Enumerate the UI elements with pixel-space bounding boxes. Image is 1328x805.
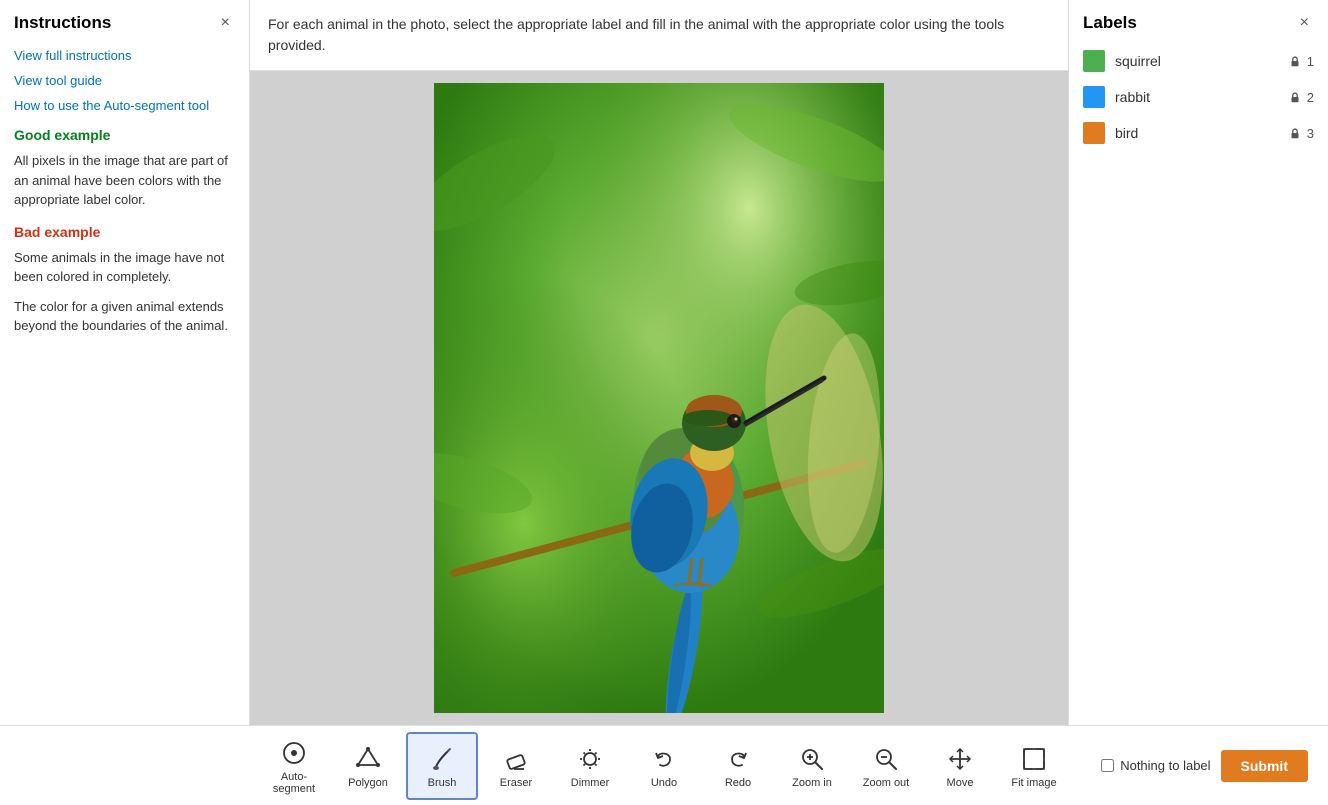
bird-count: 3 (1307, 126, 1314, 141)
zoom-in-icon (798, 745, 826, 773)
auto-segment-button[interactable]: Auto-segment (258, 732, 330, 800)
view-full-instructions-link[interactable]: View full instructions (14, 48, 235, 63)
move-icon (946, 745, 974, 773)
toolbar: Auto-segment Polygon Brush (0, 725, 1328, 805)
image-container (250, 71, 1068, 725)
auto-segment-guide-link[interactable]: How to use the Auto-segment tool (14, 98, 235, 113)
label-item-squirrel[interactable]: squirrel 1 (1083, 50, 1314, 72)
eraser-icon (502, 745, 530, 773)
labels-close-button[interactable]: × (1295, 12, 1314, 34)
squirrel-meta: 1 (1288, 54, 1314, 69)
move-button[interactable]: Move (924, 732, 996, 800)
nothing-to-label-text: Nothing to label (1120, 758, 1210, 773)
rabbit-meta: 2 (1288, 90, 1314, 105)
brush-label: Brush (428, 777, 457, 789)
dimmer-label: Dimmer (571, 777, 610, 789)
auto-segment-label: Auto-segment (262, 771, 326, 795)
bird-meta: 3 (1288, 126, 1314, 141)
brush-button[interactable]: Brush (406, 732, 478, 800)
zoom-in-label: Zoom in (792, 777, 832, 789)
instructions-sidebar: Instructions × View full instructions Vi… (0, 0, 250, 725)
label-item-bird[interactable]: bird 3 (1083, 122, 1314, 144)
bird-label-name: bird (1115, 125, 1278, 141)
fit-image-icon (1020, 745, 1048, 773)
labels-title: Labels (1083, 13, 1137, 33)
rabbit-label-name: rabbit (1115, 89, 1278, 105)
redo-icon (724, 745, 752, 773)
label-item-rabbit[interactable]: rabbit 2 (1083, 86, 1314, 108)
rabbit-color-swatch (1083, 86, 1105, 108)
redo-button[interactable]: Redo (702, 732, 774, 800)
redo-label: Redo (725, 777, 751, 789)
undo-label: Undo (651, 777, 677, 789)
nothing-to-label-checkbox-container[interactable]: Nothing to label (1101, 758, 1210, 773)
fit-image-label: Fit image (1011, 777, 1056, 789)
sidebar-title: Instructions (14, 13, 111, 33)
squirrel-color-swatch (1083, 50, 1105, 72)
auto-segment-icon (280, 739, 308, 767)
nothing-to-label-checkbox[interactable] (1101, 759, 1114, 772)
zoom-out-button[interactable]: Zoom out (850, 732, 922, 800)
sidebar-close-button[interactable]: × (216, 12, 235, 34)
squirrel-count: 1 (1307, 54, 1314, 69)
bad-example-heading: Bad example (14, 224, 235, 240)
move-label: Move (947, 777, 974, 789)
polygon-label: Polygon (348, 777, 388, 789)
zoom-out-label: Zoom out (863, 777, 909, 789)
dimmer-icon (576, 745, 604, 773)
squirrel-label-name: squirrel (1115, 53, 1278, 69)
good-example-heading: Good example (14, 127, 235, 143)
instruction-text: For each animal in the photo, select the… (268, 16, 1004, 53)
canvas-area: For each animal in the photo, select the… (250, 0, 1068, 725)
bird-lock-icon (1288, 126, 1302, 140)
sidebar-header: Instructions × (14, 12, 235, 34)
zoom-out-icon (872, 745, 900, 773)
bird-color-swatch (1083, 122, 1105, 144)
fit-image-button[interactable]: Fit image (998, 732, 1070, 800)
bad-example-text2: The color for a given animal extends bey… (14, 297, 235, 336)
submit-button[interactable]: Submit (1221, 750, 1308, 782)
bad-example-text1: Some animals in the image have not been … (14, 248, 235, 287)
eraser-button[interactable]: Eraser (480, 732, 552, 800)
bird-image (434, 83, 884, 713)
view-tool-guide-link[interactable]: View tool guide (14, 73, 235, 88)
undo-icon (650, 745, 678, 773)
labels-panel: Labels × squirrel 1 rabbit 2 (1068, 0, 1328, 725)
good-example-text: All pixels in the image that are part of… (14, 151, 235, 210)
dimmer-button[interactable]: Dimmer (554, 732, 626, 800)
rabbit-lock-icon (1288, 90, 1302, 104)
rabbit-count: 2 (1307, 90, 1314, 105)
toolbar-right: Nothing to label Submit (1101, 750, 1308, 782)
instruction-bar: For each animal in the photo, select the… (250, 0, 1068, 71)
brush-icon (428, 745, 456, 773)
eraser-label: Eraser (500, 777, 532, 789)
labels-header: Labels × (1083, 12, 1314, 34)
squirrel-lock-icon (1288, 54, 1302, 68)
zoom-in-button[interactable]: Zoom in (776, 732, 848, 800)
polygon-icon (354, 745, 382, 773)
polygon-button[interactable]: Polygon (332, 732, 404, 800)
undo-button[interactable]: Undo (628, 732, 700, 800)
